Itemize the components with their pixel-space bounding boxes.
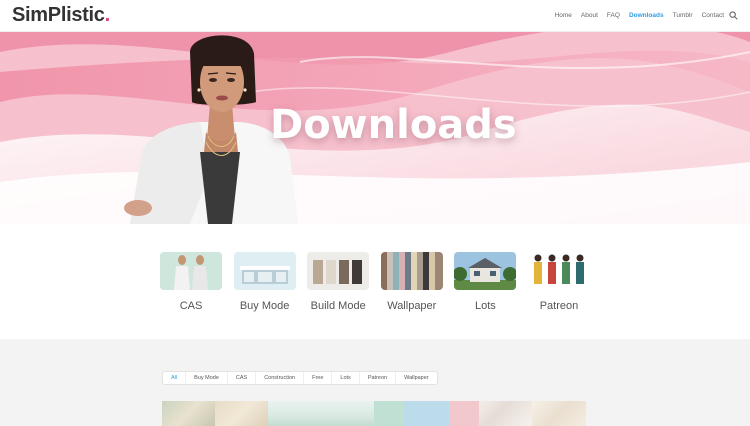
- buy-mode-thumbnail[interactable]: [233, 252, 296, 290]
- filter-patreon[interactable]: Patreon: [360, 372, 397, 384]
- build-mode-thumbnail[interactable]: [307, 252, 370, 290]
- category-patreon[interactable]: Patreon: [527, 252, 590, 312]
- page-title: Downloads: [270, 102, 517, 148]
- nav-faq[interactable]: FAQ: [607, 12, 620, 19]
- filter-construction[interactable]: Construction: [256, 372, 305, 384]
- logo-dot: .: [104, 4, 111, 26]
- nav-downloads[interactable]: Downloads: [629, 12, 664, 19]
- wallpaper-thumbnail[interactable]: [380, 252, 443, 290]
- wallpaper-thumbnail-art: [380, 252, 443, 290]
- gallery-thumbnail[interactable]: [449, 401, 479, 426]
- category-grid: CAS Buy Mode Build Mode Wallpaper Lots P…: [160, 252, 590, 312]
- gallery-thumbnail[interactable]: [215, 401, 268, 426]
- gallery-thumbnail[interactable]: [162, 401, 215, 426]
- category-build-mode[interactable]: Build Mode: [307, 252, 370, 312]
- category-wallpaper[interactable]: Wallpaper: [380, 252, 443, 312]
- gallery-thumbnail[interactable]: [404, 401, 449, 426]
- gallery-thumbnail[interactable]: [479, 401, 532, 426]
- site-header: SimPlistic. Home About FAQ Downloads Tum…: [0, 0, 750, 32]
- category-label: Lots: [474, 300, 496, 312]
- logo-text: SimPlistic: [12, 4, 105, 26]
- filter-buy-mode[interactable]: Buy Mode: [186, 372, 228, 384]
- cas-thumbnail[interactable]: [160, 252, 222, 290]
- hero-banner: Downloads: [0, 32, 750, 224]
- filter-all[interactable]: All: [163, 372, 187, 384]
- filter-lots[interactable]: Lots: [332, 372, 360, 384]
- lots-thumbnail[interactable]: [454, 252, 517, 290]
- build-mode-thumbnail-art: [307, 252, 370, 290]
- nav-about[interactable]: About: [581, 12, 598, 19]
- filter-cas[interactable]: CAS: [228, 372, 257, 384]
- gallery-thumbnail-strip: [162, 401, 586, 426]
- buy-mode-thumbnail-art: [233, 252, 296, 290]
- patreon-thumbnail-art: [527, 252, 590, 290]
- gallery-thumbnail[interactable]: [268, 401, 374, 426]
- category-label: Wallpaper: [387, 300, 437, 312]
- nav-home[interactable]: Home: [555, 12, 572, 19]
- category-label: Build Mode: [310, 300, 366, 312]
- category-label: Patreon: [539, 300, 579, 312]
- category-label: CAS: [179, 300, 203, 312]
- lots-thumbnail-art: [454, 252, 517, 290]
- nav-contact[interactable]: Contact: [702, 12, 724, 19]
- category-lots[interactable]: Lots: [454, 252, 517, 312]
- filter-free[interactable]: Free: [304, 372, 333, 384]
- patreon-thumbnail[interactable]: [527, 252, 590, 290]
- filter-wallpaper[interactable]: Wallpaper: [396, 372, 437, 384]
- filter-bar: All Buy Mode CAS Construction Free Lots …: [162, 371, 438, 385]
- search-icon[interactable]: [729, 11, 738, 20]
- gallery-thumbnail[interactable]: [374, 401, 404, 426]
- main-nav: Home About FAQ Downloads Tumblr Contact: [555, 12, 724, 19]
- category-cas[interactable]: CAS: [160, 252, 222, 312]
- nav-tumblr[interactable]: Tumblr: [673, 12, 693, 19]
- site-logo[interactable]: SimPlistic.: [12, 4, 110, 27]
- category-buy-mode[interactable]: Buy Mode: [233, 252, 296, 312]
- category-label: Buy Mode: [239, 300, 290, 312]
- cas-thumbnail-art: [160, 252, 222, 290]
- gallery-thumbnail[interactable]: [532, 401, 586, 426]
